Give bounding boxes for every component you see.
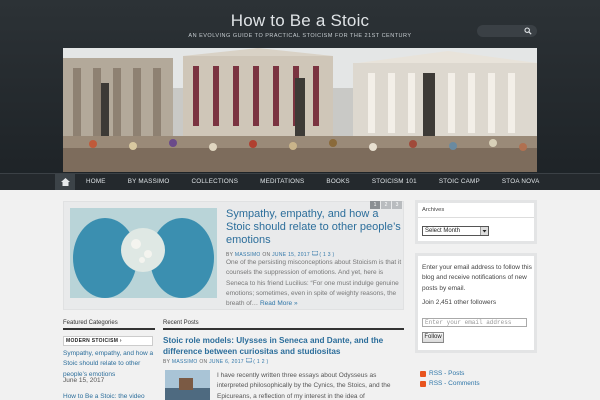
subscribe-text: Enter your email address to follow this …: [422, 264, 532, 292]
nav-home-button[interactable]: [55, 174, 75, 190]
nav-item-by-massimo[interactable]: BY MASSIMO: [117, 174, 181, 191]
follow-button[interactable]: Follow: [422, 332, 444, 343]
archives-select[interactable]: Select Month: [422, 226, 489, 236]
recent-post-excerpt: I have recently written three essays abo…: [217, 372, 391, 400]
home-icon: [60, 178, 70, 186]
archives-widget: Archives Select Month: [415, 200, 537, 244]
featured-post-excerpt: One of the persisting misconceptions abo…: [226, 259, 402, 308]
nav-item-stoic-camp[interactable]: STOIC CAMP: [428, 174, 491, 191]
read-more-link[interactable]: Read More »: [260, 300, 298, 307]
header-banner-image: [63, 48, 537, 172]
featured-post-title[interactable]: Sympathy, empathy, and how a Stoic shoul…: [226, 208, 401, 248]
recent-post-meta: BY MASSIMO ON JUNE 6, 2017 ( 1 2 ): [163, 357, 269, 365]
comment-icon: [311, 250, 318, 256]
rss-posts-link[interactable]: RSS - Posts: [420, 370, 464, 377]
featured-categories-heading: Featured Categories: [63, 320, 118, 326]
recent-post-title[interactable]: Stoic role models: Ulysses in Seneca and…: [163, 335, 403, 358]
search-icon[interactable]: [524, 27, 532, 35]
divider: [163, 328, 404, 330]
slide-button-2[interactable]: 2: [381, 201, 391, 209]
chevron-down-icon: [480, 227, 488, 235]
featured-post-meta: BY MASSIMO ON JUNE 15, 2017 ( 1 3 ): [226, 250, 335, 258]
site-header: How to Be a Stoic AN EVOLVING GUIDE TO P…: [0, 0, 600, 190]
featured-image[interactable]: [70, 208, 217, 298]
slide-button-3[interactable]: 3: [392, 201, 402, 209]
email-field[interactable]: Enter your email address: [422, 318, 527, 327]
nav-item-meditations[interactable]: MEDITATIONS: [249, 174, 315, 191]
recent-post-author[interactable]: MASSIMO: [172, 359, 198, 365]
follower-count: Join 2,451 other followers: [422, 299, 497, 306]
nav-item-stoicism-101[interactable]: STOICISM 101: [361, 174, 428, 191]
rss-comments-link[interactable]: RSS - Comments: [420, 380, 480, 387]
category-post-title-2[interactable]: How to Be a Stoic: the video: [63, 393, 155, 400]
slider-controls: 1 2 3: [370, 201, 402, 209]
nav-item-collections[interactable]: COLLECTIONS: [180, 174, 249, 191]
nav-item-home[interactable]: HOME: [75, 174, 117, 191]
rss-icon: [420, 370, 426, 377]
main-nav: HOME BY MASSIMO COLLECTIONS MEDITATIONS …: [0, 173, 600, 190]
category-post-title[interactable]: Sympathy, empathy, and how a Stoic shoul…: [63, 349, 155, 380]
divider: [63, 328, 155, 330]
recent-post-comments[interactable]: ( 1 2 ): [253, 359, 268, 365]
recent-posts-heading: Recent Posts: [163, 320, 199, 326]
search-input[interactable]: [477, 25, 537, 37]
recent-post-thumbnail[interactable]: [165, 370, 210, 400]
email-subscribe-widget: Enter your email address to follow this …: [415, 253, 537, 353]
rss-icon: [420, 380, 426, 387]
divider: [418, 217, 534, 218]
recent-post-date[interactable]: JUNE 6, 2017: [209, 359, 244, 365]
category-post-date: June 15, 2017: [63, 377, 105, 384]
featured-slider: Sympathy, empathy, and how a Stoic shoul…: [63, 201, 404, 310]
nav-item-stoa-nova[interactable]: STOA NOVA: [491, 174, 551, 191]
archives-heading: Archives: [422, 207, 445, 213]
slide-button-1[interactable]: 1: [370, 201, 380, 209]
category-modern-stoicism[interactable]: MODERN STOICISM ›: [63, 336, 153, 346]
nav-item-books[interactable]: BOOKS: [315, 174, 360, 191]
comment-icon: [245, 357, 252, 363]
